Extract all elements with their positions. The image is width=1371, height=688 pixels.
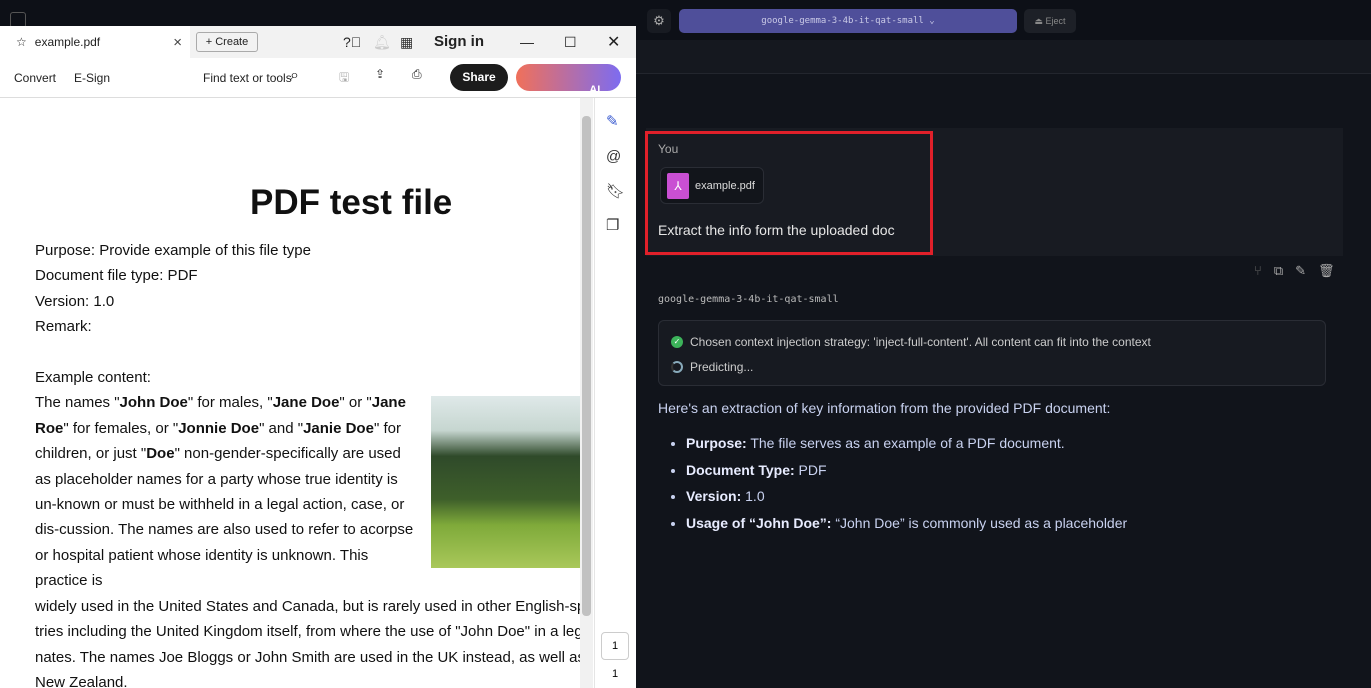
upload-cloud-icon[interactable]: ⇪ <box>375 67 385 81</box>
pdf-viewer-window: ☆ example.pdf × + Create ?⃝ 🔔︎ ▦ Sign in —… <box>0 26 636 688</box>
title-bar: ☆ example.pdf × + Create ?⃝ 🔔︎ ▦ Sign in —… <box>0 26 636 58</box>
highlight-box <box>645 131 933 255</box>
bullet-value: PDF <box>794 461 827 478</box>
example-label: Example content: <box>35 369 151 387</box>
print-icon[interactable]: ⎙ <box>412 67 422 82</box>
example-paragraph: The names "John Doe" for males, "Jane Do… <box>35 390 420 593</box>
pdf-line: Purpose: Provide example of this file ty… <box>35 242 311 259</box>
close-tab-icon[interactable]: × <box>173 34 182 51</box>
eject-button[interactable]: ⏏ Eject <box>1024 9 1076 33</box>
predicting-text: Predicting... <box>690 360 754 374</box>
bold-name: Doe <box>146 445 175 463</box>
pdf-line: widely used in the United States and Can… <box>35 597 580 615</box>
right-tool-rail: ✎ @ 🔖︎ ❐ 1 1 <box>594 98 636 688</box>
bullet-key: Purpose: <box>686 435 747 451</box>
at-sign-icon[interactable]: @ <box>606 148 621 165</box>
page-total: 1 <box>611 668 619 680</box>
bold-name: Janie Doe <box>303 419 374 437</box>
response-bullet: Document Type: PDF <box>686 457 1338 484</box>
bullet-value: The file serves as an example of a PDF d… <box>746 435 1065 451</box>
response-intro: Here's an extraction of key information … <box>658 400 1111 416</box>
edit-icon[interactable]: ✎ <box>1295 263 1306 279</box>
search-icon[interactable]: ⌕ <box>290 67 299 85</box>
text-run: " non-gender-specifically are used as pl… <box>35 445 414 590</box>
bullet-key: Version: <box>686 488 742 504</box>
help-icon[interactable]: ?⃝ <box>343 34 361 50</box>
text-run: " for females, or " <box>63 419 179 437</box>
text-run: " and " <box>259 419 304 437</box>
message-actions: ⑂ ⧉ ✎ 🗑︎ <box>1254 263 1335 279</box>
bullet-key: Usage of “John Doe”: <box>686 514 832 531</box>
comment-edit-icon[interactable]: ✎ <box>606 112 619 130</box>
settings-gear-button[interactable]: ⚙ <box>647 9 671 33</box>
copy-pages-icon[interactable]: ❐ <box>606 216 619 234</box>
model-selector[interactable]: google-gemma-3-4b-it-qat-small ⌄ <box>679 9 1017 33</box>
page-number-input[interactable]: 1 <box>601 632 629 660</box>
assistant-model-name: google-gemma-3-4b-it-qat-small <box>658 294 839 305</box>
eject-label: Eject <box>1045 16 1066 26</box>
find-tools-input[interactable]: Find text or tools <box>203 71 292 85</box>
chat-subbar <box>636 40 1371 74</box>
bold-name: Jane Doe <box>272 394 340 412</box>
branch-icon[interactable]: ⑂ <box>1254 263 1262 279</box>
copy-icon[interactable]: ⧉ <box>1274 263 1283 279</box>
pdf-line: Remark: <box>35 318 92 336</box>
spinner-icon <box>671 361 683 373</box>
strategy-text: Chosen context injection strategy: 'inje… <box>690 335 1151 349</box>
delete-icon[interactable]: 🗑︎ <box>1318 263 1335 279</box>
pdf-page: PDF test file Purpose: Provide example o… <box>0 98 580 688</box>
check-circle-icon: ✓ <box>671 336 683 348</box>
share-button[interactable]: Share <box>450 64 508 91</box>
tab-title: example.pdf <box>34 35 101 49</box>
bullet-key: Document Type: <box>686 461 795 478</box>
minimize-icon[interactable]: — <box>520 34 534 50</box>
bullet-value: 1.0 <box>741 488 765 504</box>
pdf-title: PDF test file <box>250 183 453 222</box>
bold-name: John Doe <box>119 394 188 412</box>
close-window-icon[interactable]: ✕ <box>607 32 620 52</box>
assistant-response: Here's an extraction of key information … <box>658 400 1338 536</box>
pdf-line: nates. The names Joe Bloggs or John Smit… <box>35 648 580 666</box>
text-run: " for males, " <box>187 394 273 412</box>
create-label: Create <box>215 36 249 48</box>
star-icon[interactable]: ☆ <box>16 35 27 49</box>
bookmark-icon[interactable]: 🔖︎ <box>606 182 625 200</box>
apps-grid-icon[interactable]: ▦ <box>400 34 413 51</box>
pdf-line: Document file type: PDF <box>35 267 198 285</box>
text-run: The names " <box>35 394 120 412</box>
maximize-icon[interactable]: ☐ <box>564 34 577 51</box>
response-bullets: Purpose: The file serves as an example o… <box>686 430 1338 536</box>
bullet-value: “John Doe” is commonly used as a placeho… <box>831 514 1128 531</box>
convert-menu[interactable]: Convert <box>14 71 56 85</box>
save-icon[interactable]: 🖫 <box>339 68 349 89</box>
status-panel: ✓ Chosen context injection strategy: 'inj… <box>658 320 1326 386</box>
sign-in-link[interactable]: Sign in <box>434 33 484 50</box>
toolbar: Convert E-Sign Find text or tools ⌕ 🖫 ⇪ … <box>0 58 636 123</box>
bold-name: Jonnie Doe <box>178 419 260 437</box>
esign-menu[interactable]: E-Sign <box>74 71 110 85</box>
response-bullet: Version: 1.0 <box>686 483 1338 510</box>
tab-example-pdf[interactable]: ☆ example.pdf × <box>0 26 190 58</box>
text-run: " or " <box>339 394 372 412</box>
pdf-line: Version: 1.0 <box>35 292 115 310</box>
model-name: google-gemma-3-4b-it-qat-small <box>761 16 924 26</box>
pdf-line: New Zealand. <box>35 673 128 688</box>
create-button[interactable]: + Create <box>196 32 258 52</box>
response-bullet: Purpose: The file serves as an example o… <box>686 430 1338 457</box>
response-bullet: Usage of “John Doe”: “John Doe” is commo… <box>686 510 1338 537</box>
scrollbar-thumb[interactable] <box>582 116 591 616</box>
pdf-line: tries including the United Kingdom itsel… <box>35 623 580 641</box>
bell-icon[interactable]: 🔔︎ <box>373 34 391 51</box>
ai-assistant-button[interactable]: AI Assistant <box>516 64 621 123</box>
vertical-scrollbar[interactable] <box>580 98 593 688</box>
